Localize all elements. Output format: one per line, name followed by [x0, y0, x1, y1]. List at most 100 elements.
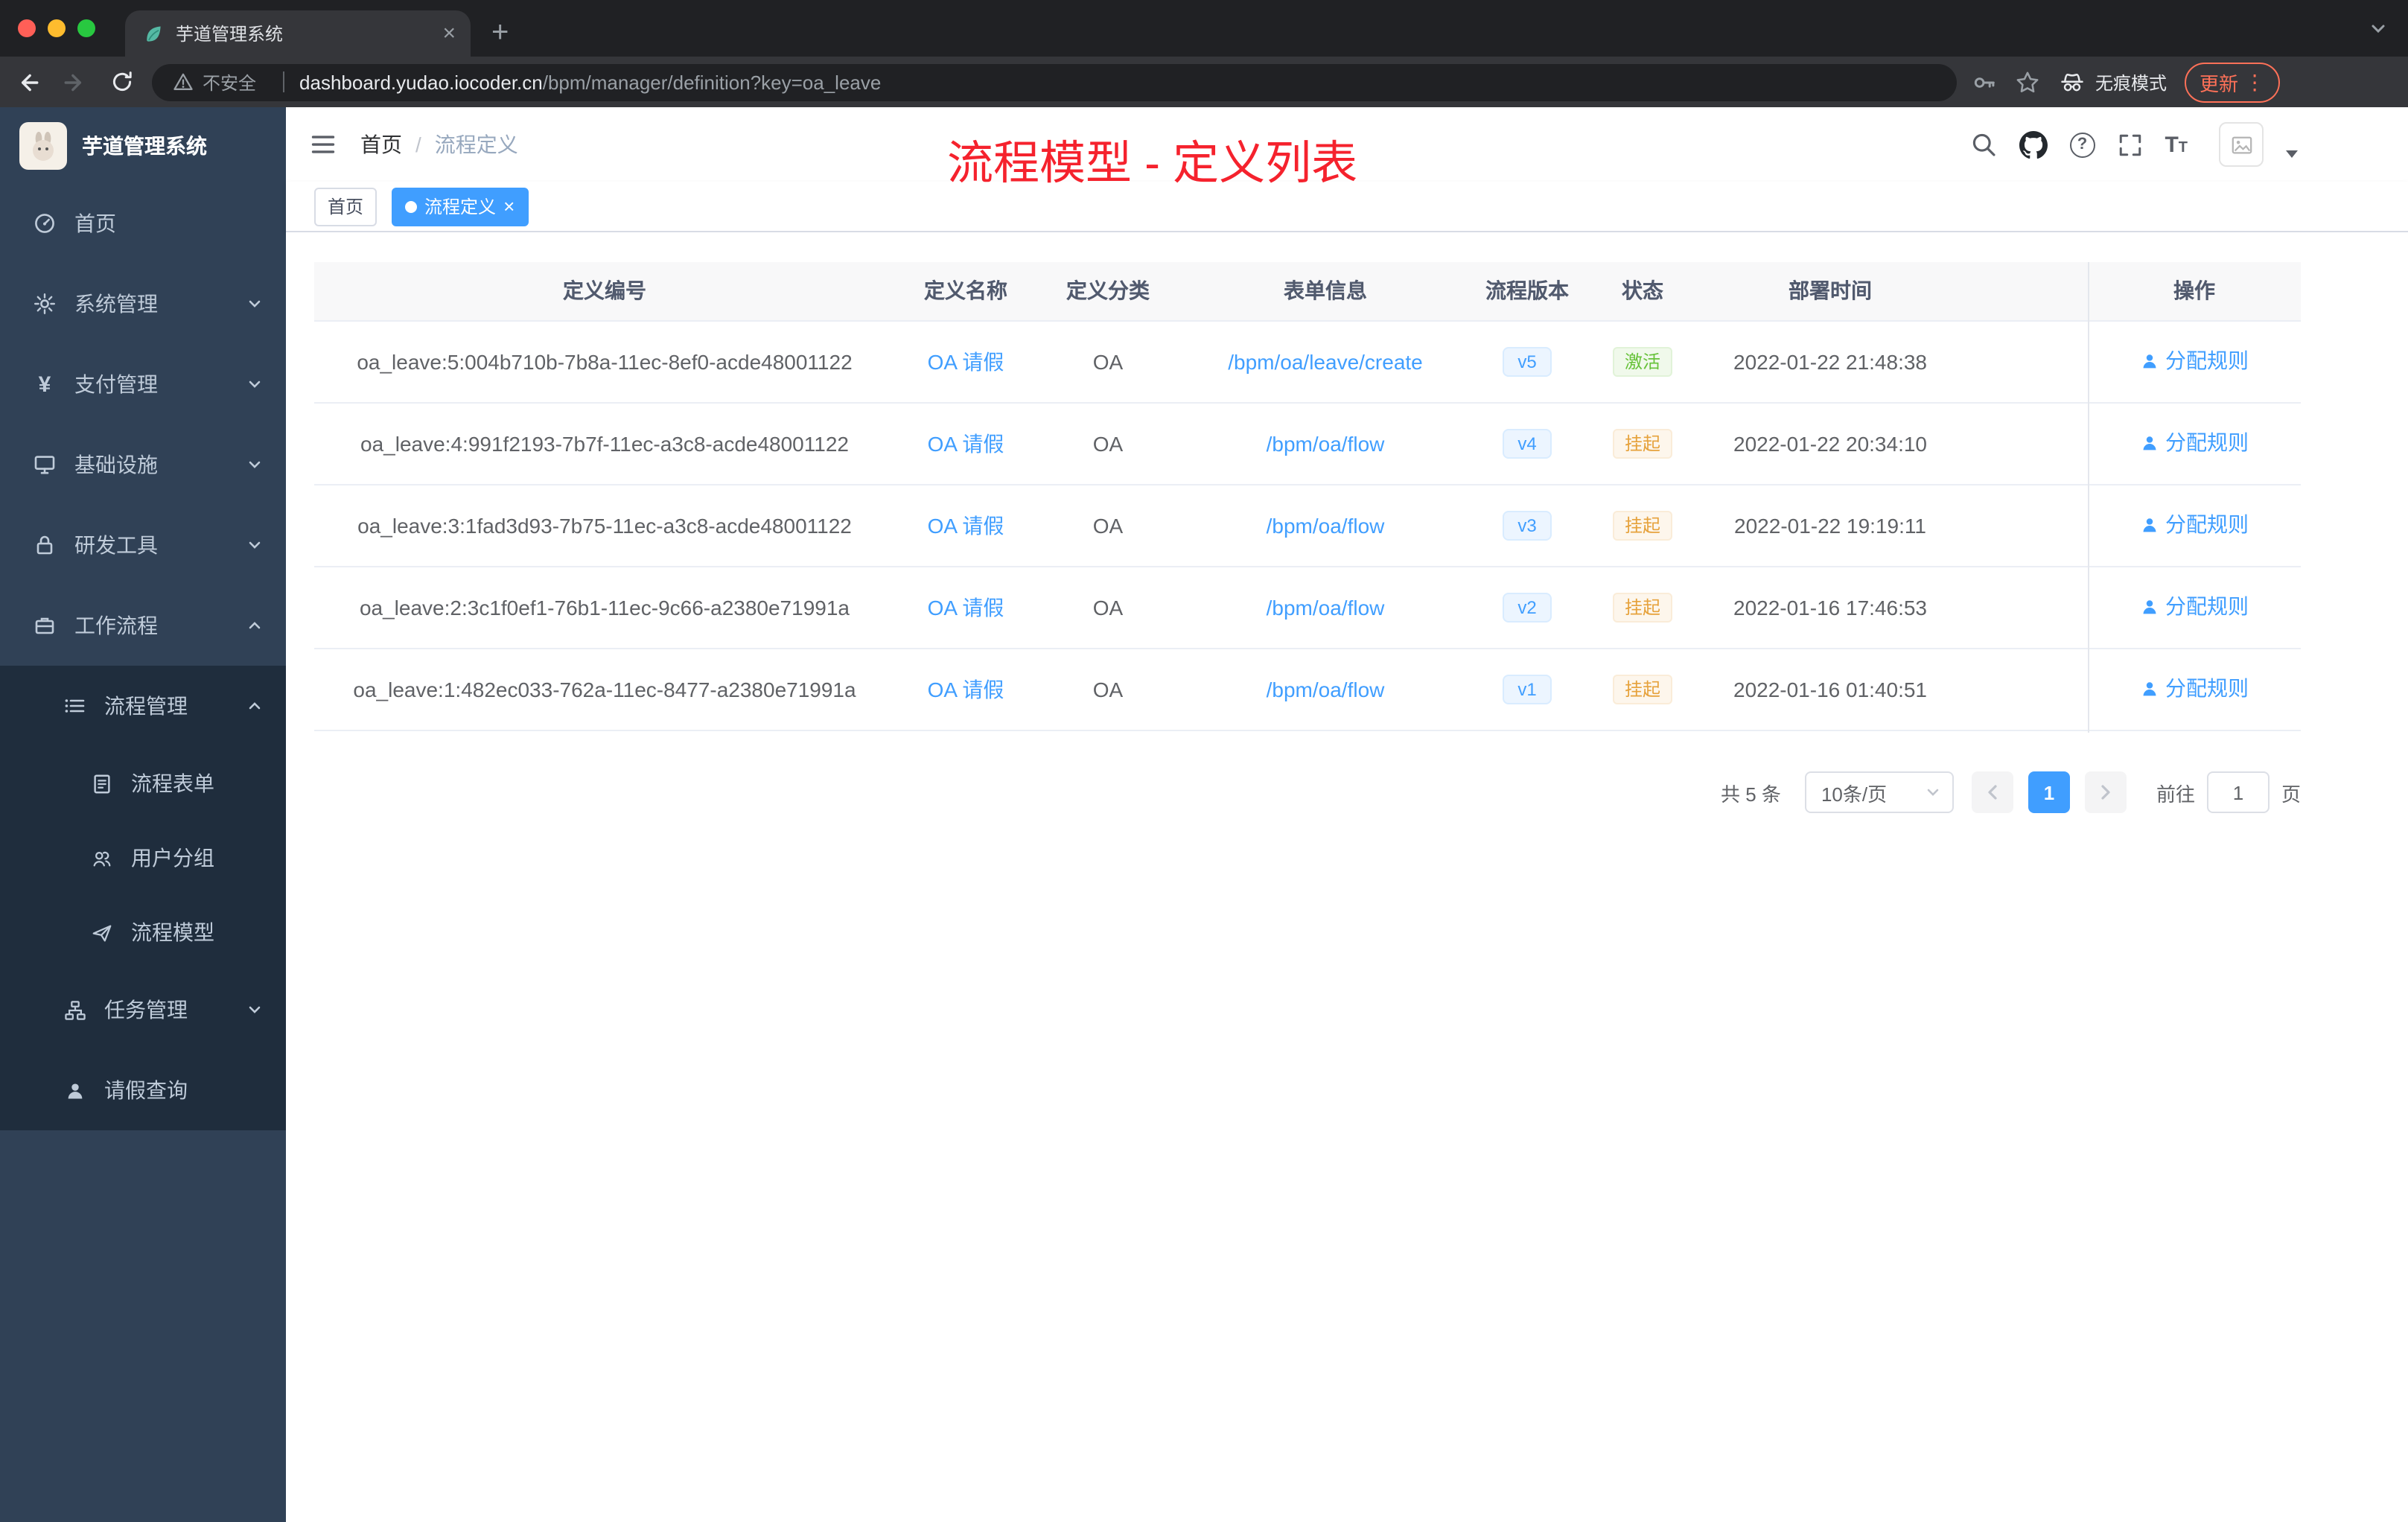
fixed-column-divider	[2088, 262, 2089, 733]
back-button[interactable]	[6, 61, 48, 103]
browser-menu-icon[interactable]	[2244, 69, 2265, 95]
deploy-time-cell: 2022-01-22 20:34:10	[1733, 431, 1927, 456]
briefcase-icon	[33, 614, 57, 637]
chevron-up-icon	[247, 698, 262, 713]
definition-name-link[interactable]: OA 请假	[928, 432, 1004, 456]
sidebar-item-home[interactable]: 首页	[0, 183, 286, 264]
window-minimize-button[interactable]	[48, 19, 66, 37]
status-badge: 挂起	[1612, 429, 1672, 459]
browser-tab[interactable]: 芋道管理系统	[125, 10, 471, 57]
page-number-button[interactable]: 1	[2028, 771, 2070, 813]
key-icon[interactable]	[1972, 69, 1997, 95]
toolbar-right: 无痕模式 更新	[1972, 62, 2281, 102]
form-link[interactable]: /bpm/oa/flow	[1267, 596, 1385, 620]
sidebar-item-devtools[interactable]: 研发工具	[0, 505, 286, 585]
chevron-down-icon	[247, 457, 262, 472]
table-row: oa_leave:2:3c1f0ef1-76b1-11ec-9c66-a2380…	[314, 567, 2301, 649]
incognito-icon	[2061, 72, 2083, 91]
sidebar-item-process-form[interactable]: 流程表单	[0, 746, 286, 821]
org-tree-icon	[63, 998, 86, 1022]
github-icon[interactable]	[2019, 130, 2048, 159]
url-domain: dashboard.yudao.iocoder.cn	[299, 71, 543, 93]
definition-id-cell: oa_leave:4:991f2193-7b7f-11ec-a3c8-acde4…	[360, 431, 849, 456]
assign-rule-button[interactable]: 分配规则	[2140, 429, 2249, 456]
sidebar-item-label: 流程表单	[131, 771, 214, 795]
bookmark-star-icon[interactable]	[2015, 69, 2040, 95]
assign-rule-label: 分配规则	[2165, 348, 2249, 373]
sidebar-item-system[interactable]: 系统管理	[0, 264, 286, 344]
update-label: 更新	[2200, 72, 2239, 95]
reload-button[interactable]	[101, 61, 143, 103]
window-close-button[interactable]	[18, 19, 36, 37]
tag-close-icon[interactable]	[503, 195, 515, 217]
assign-rule-button[interactable]: 分配规则	[2140, 593, 2249, 620]
assign-rule-button[interactable]: 分配规则	[2140, 675, 2249, 701]
sidebar-item-process-management[interactable]: 流程管理	[0, 666, 286, 746]
security-warning-icon[interactable]	[173, 71, 194, 92]
sidebar-item-user-group[interactable]: 用户分组	[0, 821, 286, 895]
table-row: oa_leave:4:991f2193-7b7f-11ec-a3c8-acde4…	[314, 404, 2301, 485]
sidebar-item-process-model[interactable]: 流程模型	[0, 895, 286, 969]
chevron-down-icon	[247, 538, 262, 553]
app-logo-row[interactable]: 芋道管理系统	[0, 107, 286, 183]
definition-name-link[interactable]: OA 请假	[928, 514, 1004, 538]
select-caret-icon	[1927, 789, 1939, 796]
form-link[interactable]: /bpm/oa/flow	[1267, 514, 1385, 538]
tag-home[interactable]: 首页	[314, 187, 378, 226]
column-header: 定义编号	[563, 278, 646, 303]
document-icon	[89, 771, 113, 795]
form-link[interactable]: /bpm/oa/flow	[1267, 432, 1385, 456]
sidebar-item-leave-query[interactable]: 请假查询	[0, 1050, 286, 1130]
new-tab-button[interactable]	[491, 17, 509, 47]
incognito-label: 无痕模式	[2095, 72, 2167, 93]
tab-favicon	[143, 23, 164, 44]
fullscreen-icon[interactable]	[2117, 132, 2142, 157]
status-badge: 挂起	[1612, 593, 1672, 623]
sidebar-item-task-management[interactable]: 任务管理	[0, 969, 286, 1050]
definition-name-link[interactable]: OA 请假	[928, 678, 1004, 701]
browser-toolbar: 不安全 dashboard.yudao.iocoder.cn/bpm/manag…	[0, 57, 2408, 107]
prev-page-button[interactable]	[1971, 771, 2013, 813]
form-link[interactable]: /bpm/oa/flow	[1267, 678, 1385, 701]
help-icon[interactable]	[2069, 132, 2095, 157]
sidebar-item-infrastructure[interactable]: 基础设施	[0, 424, 286, 505]
avatar-caret-icon[interactable]	[2286, 150, 2298, 157]
address-bar[interactable]: 不安全 dashboard.yudao.iocoder.cn/bpm/manag…	[152, 63, 1957, 101]
version-tag: v4	[1503, 429, 1552, 459]
annotation-title: 流程模型 - 定义列表	[947, 137, 1358, 189]
goto-page-input[interactable]	[2206, 771, 2270, 813]
breadcrumb-home[interactable]: 首页	[360, 130, 402, 159]
definition-table: 定义编号 定义名称 定义分类 表单信息 流程版本 状态 部署时间 操作 oa_l…	[314, 262, 2301, 733]
sidebar-item-workflow[interactable]: 工作流程	[0, 585, 286, 666]
search-icon[interactable]	[1969, 131, 1996, 158]
chevron-down-icon	[247, 377, 262, 392]
sidebar-toggle-icon[interactable]	[310, 131, 337, 158]
sidebar-item-label: 工作流程	[74, 614, 158, 637]
browser-update-button[interactable]: 更新	[2185, 62, 2281, 102]
tab-close-icon[interactable]	[442, 20, 456, 47]
sidebar-item-payment[interactable]: 支付管理	[0, 344, 286, 424]
user-icon	[63, 1078, 86, 1102]
page-size-select[interactable]: 10条/页	[1804, 771, 1954, 813]
security-label: 不安全	[203, 72, 257, 93]
next-page-button[interactable]	[2084, 771, 2127, 813]
font-size-icon[interactable]	[2165, 132, 2188, 157]
category-cell: OA	[1092, 349, 1124, 374]
assign-rule-button[interactable]: 分配规则	[2140, 511, 2249, 538]
form-link[interactable]: /bpm/oa/leave/create	[1228, 350, 1423, 374]
url-path: /bpm/manager/definition?key=oa_leave	[542, 71, 882, 93]
user-icon	[2143, 518, 2156, 532]
column-header: 定义名称	[924, 278, 1007, 303]
assign-rule-label: 分配规则	[2165, 512, 2249, 537]
version-tag: v1	[1503, 675, 1552, 704]
browser-tabstrip: 芋道管理系统	[0, 0, 2408, 57]
tab-search-chevron-icon[interactable]	[2369, 19, 2387, 37]
forward-button[interactable]	[54, 61, 95, 103]
tag-process-definition[interactable]: 流程定义	[392, 187, 529, 226]
window-zoom-button[interactable]	[77, 19, 95, 37]
url-divider	[283, 71, 285, 92]
assign-rule-button[interactable]: 分配规则	[2140, 347, 2249, 374]
definition-name-link[interactable]: OA 请假	[928, 350, 1004, 374]
definition-name-link[interactable]: OA 请假	[928, 596, 1004, 620]
user-avatar[interactable]	[2219, 122, 2264, 167]
